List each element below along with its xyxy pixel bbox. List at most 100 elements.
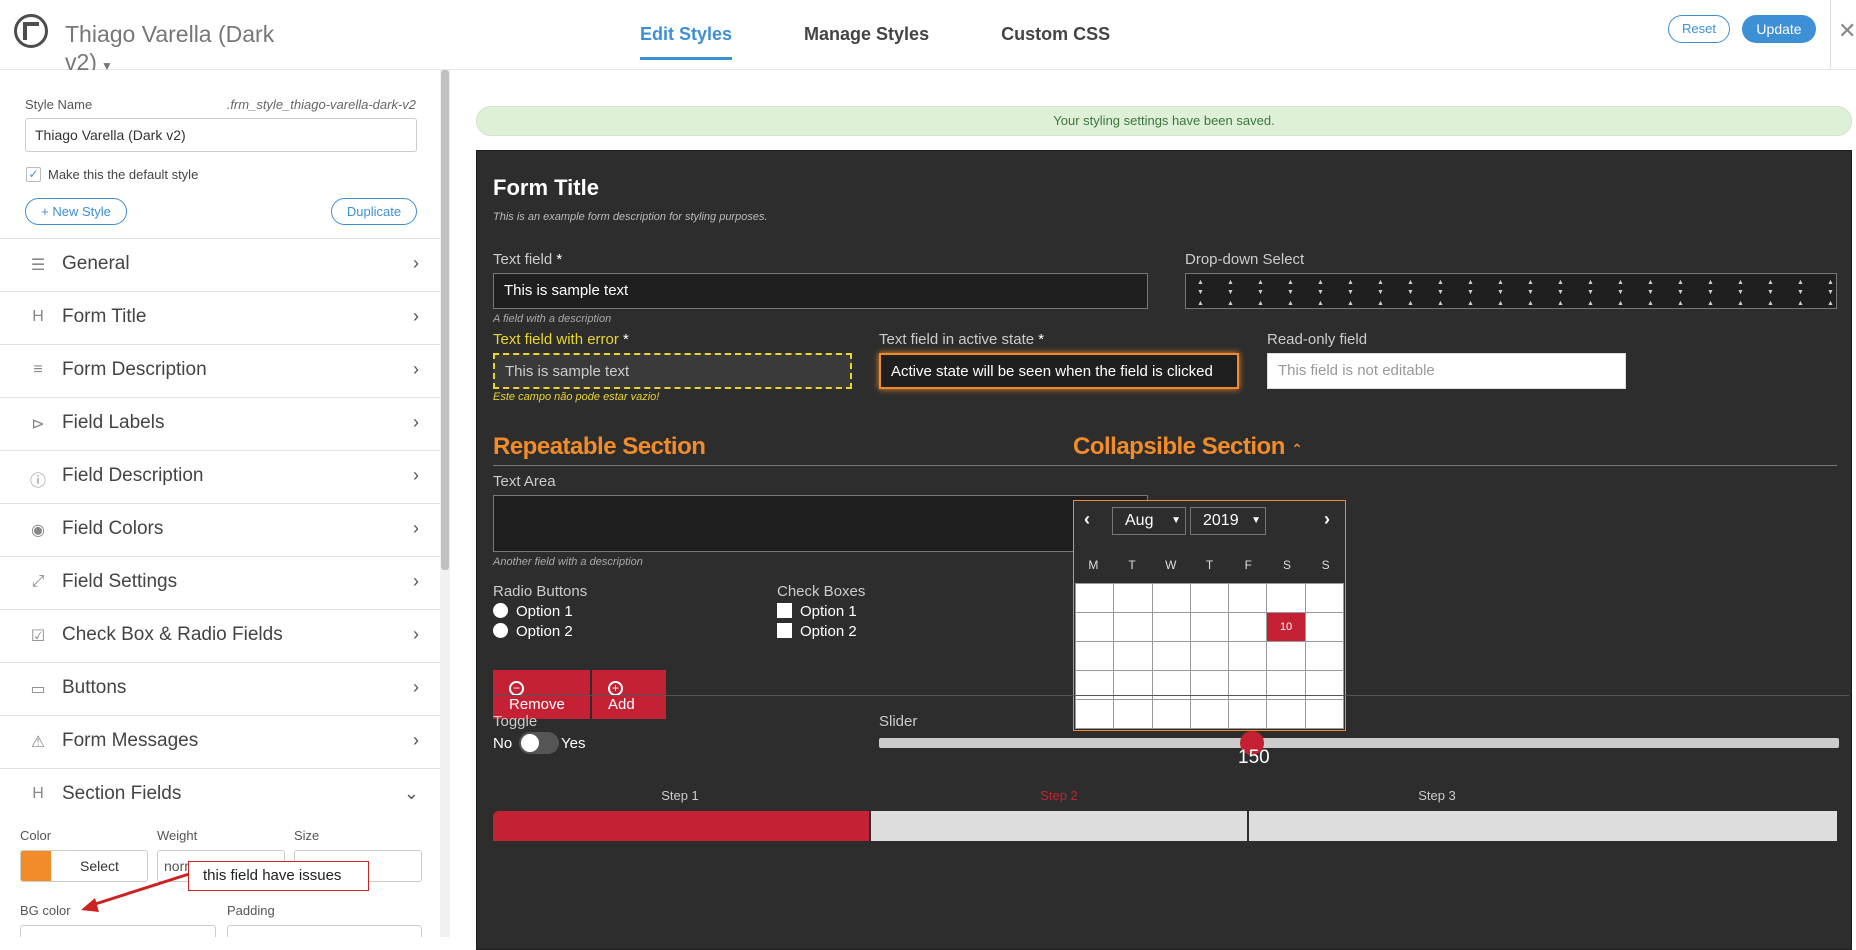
calendar-day[interactable] — [1190, 613, 1229, 641]
error-field-label-text: Text field with error — [493, 331, 619, 348]
calendar-day[interactable] — [1114, 642, 1152, 670]
bg-color-picker[interactable] — [20, 925, 216, 937]
required-marker: * — [623, 331, 629, 348]
readonly-field-label: Read-only field — [1267, 331, 1368, 348]
style-preview: Your styling settings have been saved. F… — [462, 70, 1856, 950]
tab-manage-styles[interactable]: Manage Styles — [804, 0, 929, 60]
text-area[interactable] — [493, 495, 1148, 552]
form-title: Form Title — [493, 175, 599, 200]
section-field-labels[interactable]: ⊳ Field Labels › — [0, 397, 442, 450]
section-label: Field Description — [62, 465, 204, 486]
chevron-right-icon[interactable]: › — [1324, 509, 1330, 530]
collapsible-section-heading[interactable]: Collapsible Section ⌃ — [1073, 433, 1303, 461]
update-button[interactable]: Update — [1742, 15, 1816, 43]
chevron-right-icon: › — [413, 253, 419, 273]
checkbox-icon — [777, 623, 792, 638]
calendar-day[interactable] — [1229, 584, 1267, 612]
section-field-settings[interactable]: ⤢ Field Settings › — [0, 556, 442, 609]
weekday: M — [1088, 558, 1099, 572]
calendar-day[interactable] — [1267, 700, 1305, 728]
section-form-messages[interactable]: ⚠ Form Messages › — [0, 715, 442, 768]
toggle-switch[interactable] — [519, 732, 559, 754]
sliders-icon: ☰ — [30, 257, 46, 274]
padding-input[interactable] — [227, 925, 422, 937]
reset-button[interactable]: Reset — [1668, 15, 1730, 43]
section-field-description[interactable]: ⓘ Field Description › — [0, 450, 442, 503]
calendar-day[interactable] — [1305, 584, 1343, 612]
calendar-day[interactable] — [1114, 613, 1152, 641]
section-general[interactable]: ☰ General › — [0, 238, 442, 291]
annotation-callout: this field have issues — [188, 861, 369, 891]
required-marker: * — [1038, 331, 1045, 348]
text-area-description: Another field with a description — [493, 556, 643, 568]
sidebar-scrollbar[interactable] — [440, 70, 450, 937]
error-field-input[interactable]: This is sample text — [493, 353, 852, 389]
caret-down-icon: ▼ — [1251, 515, 1261, 526]
chevron-right-icon: › — [413, 730, 419, 750]
radio-option[interactable]: Option 1 — [493, 603, 573, 623]
calendar-day[interactable] — [1076, 700, 1114, 728]
section-label: Check Box & Radio Fields — [62, 624, 283, 645]
close-icon[interactable]: ✕ — [1838, 18, 1856, 44]
calendar-day[interactable] — [1305, 700, 1343, 728]
radio-icon — [493, 623, 508, 638]
section-field-colors[interactable]: ◉ Field Colors › — [0, 503, 442, 556]
year-select[interactable]: 2019 ▼ — [1190, 507, 1266, 535]
section-section-fields[interactable]: H Section Fields ⌄ — [0, 768, 442, 821]
form-preview: Form Title This is an example form descr… — [476, 150, 1852, 950]
chevron-left-icon[interactable]: ‹ — [1084, 509, 1090, 530]
color-swatch — [21, 851, 51, 881]
calendar-day[interactable] — [1305, 613, 1343, 641]
section-buttons[interactable]: ▭ Buttons › — [0, 662, 442, 715]
calendar-day[interactable] — [1267, 642, 1305, 670]
section-form-description[interactable]: ≡ Form Description › — [0, 344, 442, 397]
section-checkbox-radio[interactable]: ☑ Check Box & Radio Fields › — [0, 609, 442, 662]
chevron-down-icon: ⌄ — [403, 783, 419, 803]
calendar-day[interactable] — [1190, 700, 1229, 728]
tab-edit-styles[interactable]: Edit Styles — [640, 0, 733, 60]
year-value: 2019 — [1203, 512, 1239, 529]
section-form-title[interactable]: H Form Title › — [0, 291, 442, 344]
section-divider — [493, 465, 1148, 466]
calendar-day[interactable] — [1190, 642, 1229, 670]
active-field-input[interactable]: Active state will be seen when the field… — [879, 353, 1239, 389]
calendar-day[interactable] — [1190, 584, 1229, 612]
required-marker: * — [556, 251, 563, 268]
weekday: S — [1321, 558, 1330, 572]
calendar-day[interactable] — [1152, 642, 1190, 670]
weekday: W — [1165, 558, 1177, 572]
calendar-day[interactable] — [1267, 584, 1305, 612]
scrollbar-thumb[interactable] — [441, 70, 449, 570]
calendar-day-selected[interactable]: 10 — [1267, 613, 1305, 641]
calendar-day[interactable] — [1229, 642, 1267, 670]
calendar-day[interactable] — [1229, 700, 1267, 728]
calendar-day[interactable] — [1076, 613, 1114, 641]
calendar-day[interactable] — [1229, 613, 1267, 641]
new-style-button[interactable]: + New Style — [25, 198, 127, 225]
settings-section-list: ☰ General › H Form Title › ≡ Form Description… — [0, 238, 442, 821]
text-field-input[interactable]: This is sample text — [493, 273, 1148, 309]
checkbox-icon — [777, 603, 792, 618]
duplicate-button[interactable]: Duplicate — [331, 198, 417, 225]
calendar-day[interactable] — [1076, 584, 1114, 612]
calendar-day[interactable] — [1152, 584, 1190, 612]
radio-option[interactable]: Option 2 — [493, 623, 573, 643]
style-name-label: Style Name — [25, 97, 93, 112]
chevron-right-icon: › — [413, 518, 419, 538]
slider-track[interactable] — [879, 738, 1839, 748]
calendar-day[interactable] — [1152, 700, 1190, 728]
dropdown-select[interactable]: ▲ ▼ ▲ — [1185, 273, 1837, 309]
section-label: Form Description — [62, 359, 207, 380]
checkbox-option[interactable]: Option 1 — [777, 603, 857, 623]
default-style-checkbox[interactable]: ✓ — [26, 167, 41, 182]
tab-custom-css[interactable]: Custom CSS — [1001, 0, 1110, 60]
calendar-day[interactable] — [1114, 584, 1152, 612]
month-select[interactable]: Aug ▼ — [1112, 507, 1186, 535]
style-name-input[interactable]: Thiago Varella (Dark v2) — [25, 118, 417, 152]
calendar-day[interactable] — [1152, 613, 1190, 641]
checkbox-option[interactable]: Option 2 — [777, 623, 857, 643]
calendar-day[interactable] — [1305, 642, 1343, 670]
bg-color-label: BG color — [20, 903, 71, 918]
calendar-day[interactable] — [1114, 700, 1152, 728]
calendar-day[interactable] — [1076, 642, 1114, 670]
